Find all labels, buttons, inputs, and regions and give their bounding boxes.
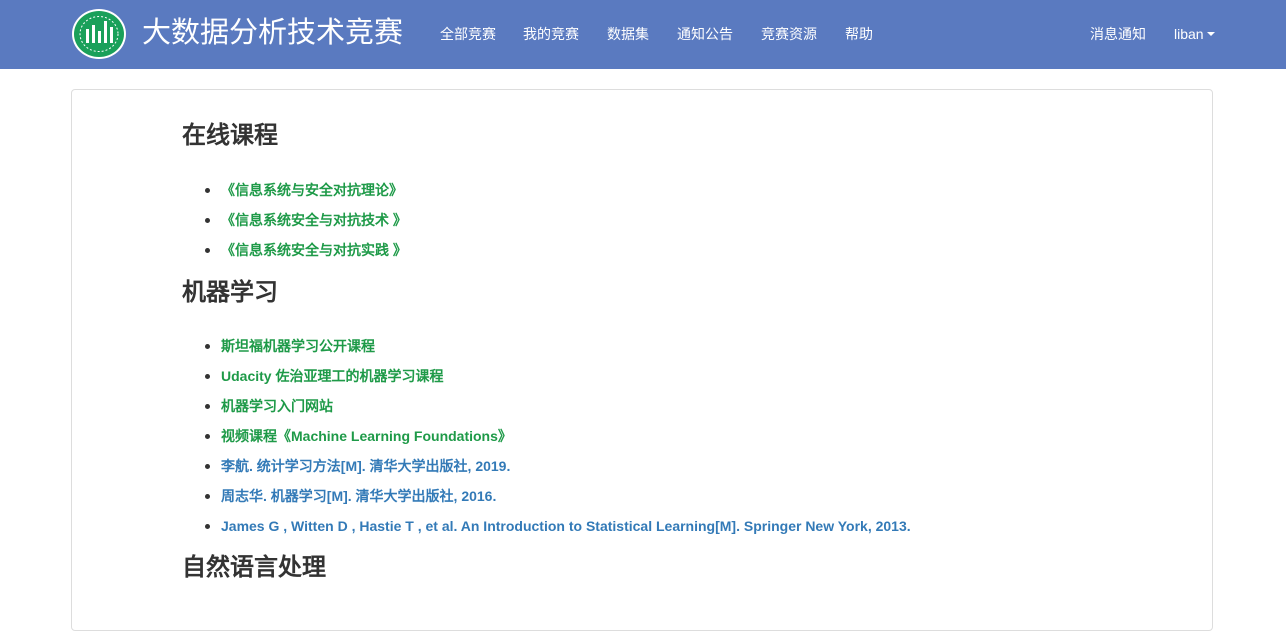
brand-title[interactable]: 大数据分析技术竞赛 [142, 13, 403, 53]
list-bullet [205, 524, 210, 529]
list-bullet [205, 248, 210, 253]
nav-resources[interactable]: 竞赛资源 [761, 24, 817, 44]
username-label: liban [1174, 26, 1204, 42]
list-bullet [205, 494, 210, 499]
section-title-nlp: 自然语言处理 [182, 554, 326, 581]
ml-link-udacity[interactable]: Udacity 佐治亚理工的机器学习课程 [221, 366, 443, 386]
caret-down-icon [1206, 32, 1215, 37]
nav-help[interactable]: 帮助 [845, 24, 873, 44]
section-title-online-courses: 在线课程 [182, 122, 278, 149]
ml-link-video-course[interactable]: 视频课程《Machine Learning Foundations》 [221, 426, 512, 446]
ml-link-stanford[interactable]: 斯坦福机器学习公开课程 [221, 336, 375, 356]
list-bullet [205, 404, 210, 409]
course-link-technology[interactable]: 《信息系统安全与对抗技术 》 [221, 210, 407, 230]
nav-my-competitions[interactable]: 我的竞赛 [523, 24, 579, 44]
section-title-machine-learning: 机器学习 [182, 279, 278, 306]
top-navbar: 大数据分析技术竞赛 全部竞赛 我的竞赛 数据集 通知公告 竞赛资源 帮助 消息通… [0, 0, 1286, 69]
nav-all-competitions[interactable]: 全部竞赛 [440, 24, 496, 44]
list-bullet [205, 344, 210, 349]
site-logo-icon[interactable] [71, 8, 127, 60]
ml-ref-li-hang[interactable]: 李航. 统计学习方法[M]. 清华大学出版社, 2019. [221, 456, 510, 476]
ml-link-intro-site[interactable]: 机器学习入门网站 [221, 396, 333, 416]
list-bullet [205, 464, 210, 469]
ml-ref-zhou-zhihua[interactable]: 周志华. 机器学习[M]. 清华大学出版社, 2016. [221, 486, 496, 506]
list-bullet [205, 434, 210, 439]
course-link-theory[interactable]: 《信息系统与安全对抗理论》 [221, 180, 403, 200]
user-menu[interactable]: liban [1174, 24, 1215, 44]
nav-announcements[interactable]: 通知公告 [677, 24, 733, 44]
messages-link[interactable]: 消息通知 [1090, 24, 1146, 44]
content-panel [71, 89, 1213, 631]
course-link-practice[interactable]: 《信息系统安全与对抗实践 》 [221, 240, 407, 260]
list-bullet [205, 374, 210, 379]
list-bullet [205, 188, 210, 193]
nav-datasets[interactable]: 数据集 [607, 24, 649, 44]
list-bullet [205, 218, 210, 223]
ml-ref-james-islr[interactable]: James G , Witten D , Hastie T , et al. A… [221, 516, 911, 536]
